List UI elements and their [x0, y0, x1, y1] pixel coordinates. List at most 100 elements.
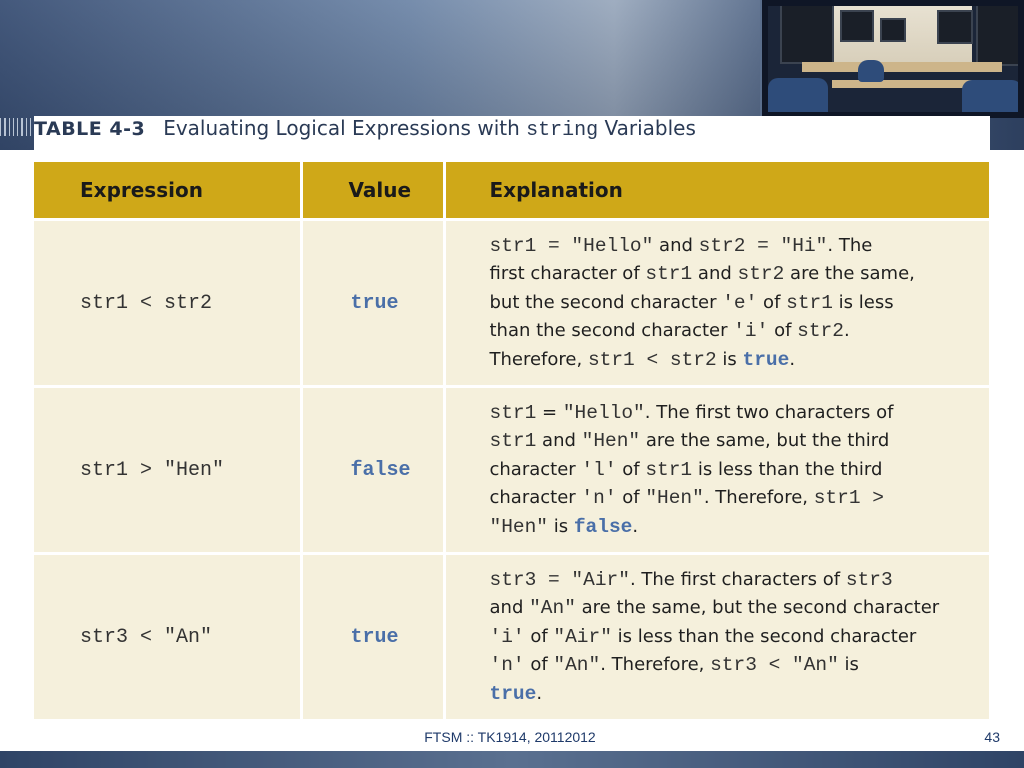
table-row: str1 > "Hen" false str1 = "Hello". The f…: [34, 386, 992, 555]
text-fragment: and: [536, 430, 582, 452]
explanation-line: character 'n' of "Hen". Therefore, str1 …: [490, 484, 979, 513]
text-fragment: . Therefore,: [703, 487, 814, 509]
code-fragment: str1: [645, 458, 693, 481]
code-fragment: str2 = "Hi": [698, 234, 828, 257]
explanation-line: character 'l' of str1 is less than the t…: [490, 456, 979, 485]
explanation-cell: str1 = "Hello" and str2 = "Hi". The first…: [444, 219, 992, 388]
text-fragment: is less than the third: [692, 458, 883, 480]
code-fragment: str1 = "Hello": [489, 234, 654, 257]
text-fragment: is: [548, 515, 574, 537]
code-fragment: str1: [489, 401, 537, 424]
table-header-row: Expression Value Explanation: [34, 162, 992, 221]
code-fragment: str1: [786, 291, 833, 314]
text-fragment: character: [489, 458, 582, 480]
text-fragment: is less than the second character: [611, 625, 917, 647]
explanation-line: but the second character 'e' of str1 is …: [490, 289, 979, 318]
code-fragment: "Hello": [562, 401, 645, 424]
explanation-cell: str1 = "Hello". The first two characters…: [444, 386, 992, 555]
code-fragment: 'l': [581, 458, 617, 481]
page-number: 43: [984, 729, 1000, 745]
caption-text: Evaluating Logical Expressions with: [163, 116, 527, 140]
code-fragment: 'i': [489, 625, 525, 648]
code-fragment: str1: [645, 263, 693, 286]
table-row: str1 < str2 true str1 = "Hello" and str2…: [34, 219, 992, 388]
code-fragment: str1 >: [813, 487, 884, 510]
table-caption: Evaluating Logical Expressions with stri…: [163, 116, 696, 142]
text-fragment: . Therefore,: [600, 654, 711, 676]
header-explanation: Explanation: [444, 162, 992, 221]
text-fragment: are the same, but the third: [640, 430, 890, 452]
text-fragment: of: [524, 654, 554, 676]
footer-band: [0, 751, 1024, 768]
code-fragment: str1: [489, 430, 537, 453]
text-fragment: .: [536, 682, 543, 704]
code-fragment: "Hen": [581, 430, 641, 453]
text-fragment: first character of: [489, 263, 646, 285]
code-fragment: 'n': [489, 654, 525, 677]
value-cell: true: [301, 219, 446, 388]
text-fragment: Therefore,: [489, 348, 588, 370]
code-fragment: str1 < str2: [587, 348, 717, 371]
explanation-line: str1 and "Hen" are the same, but the thi…: [490, 427, 979, 456]
caption-text-end: Variables: [598, 116, 696, 140]
text-fragment: of: [616, 487, 646, 509]
footer-course-label: FTSM :: TK1914, 20112012: [424, 729, 596, 745]
code-fragment: str3 < "An": [710, 654, 839, 677]
text-fragment: are the same,: [784, 263, 915, 285]
text-fragment: of: [524, 625, 554, 647]
text-fragment: is less: [832, 291, 894, 313]
table-card: TABLE 4-3 Evaluating Logical Expressions …: [34, 116, 992, 722]
explanation-line: than the second character 'i' of str2.: [490, 317, 979, 346]
code-fragment: "Hen": [489, 515, 549, 538]
text-fragment: =: [536, 401, 563, 423]
keyword-fragment: true: [742, 348, 790, 371]
code-fragment: "An": [553, 654, 601, 677]
code-fragment: 'i': [733, 320, 769, 343]
explanation-line: Therefore, str1 < str2 is true.: [490, 346, 979, 375]
explanation-cell: str3 = "Air". The first characters of st…: [444, 553, 992, 722]
explanation-line: 'n' of "An". Therefore, str3 < "An" is: [490, 651, 979, 680]
text-fragment: .: [789, 348, 796, 370]
text-fragment: of: [768, 320, 798, 342]
explanation-line: first character of str1 and str2 are the…: [490, 260, 979, 289]
explanation-line: str1 = "Hello" and str2 = "Hi". The: [490, 232, 979, 261]
text-fragment: and: [489, 597, 530, 619]
expression-cell: str1 < str2: [34, 219, 303, 388]
explanation-line: str1 = "Hello". The first two characters…: [490, 399, 979, 428]
code-fragment: 'n': [581, 487, 617, 510]
text-fragment: is: [716, 348, 743, 370]
text-fragment: .: [843, 320, 850, 342]
text-fragment: are the same, but the second character: [575, 597, 940, 619]
comparison-table: Expression Value Explanation str1 < str2…: [34, 162, 992, 722]
expression-cell: str1 > "Hen": [34, 386, 303, 555]
keyword-fragment: true: [489, 682, 537, 705]
text-fragment: is: [838, 654, 859, 676]
code-fragment: str2: [797, 320, 844, 343]
header-expression: Expression: [34, 162, 303, 221]
explanation-line: and "An" are the same, but the second ch…: [490, 594, 979, 623]
code-fragment: str3 = "Air": [489, 568, 630, 591]
header-value: Value: [301, 162, 446, 221]
text-fragment: than the second character: [489, 320, 734, 342]
text-fragment: character: [489, 487, 582, 509]
text-fragment: but the second character: [489, 291, 723, 313]
explanation-line: str3 = "Air". The first characters of st…: [490, 566, 979, 595]
text-fragment: and: [653, 234, 699, 256]
value-cell: true: [301, 553, 446, 722]
explanation-line: true.: [490, 680, 979, 709]
text-fragment: . The: [827, 234, 873, 256]
table-title: TABLE 4-3 Evaluating Logical Expressions …: [34, 116, 696, 160]
explanation-line: "Hen" is false.: [490, 513, 979, 542]
text-fragment: of: [757, 291, 787, 313]
caption-code: string: [526, 119, 599, 142]
text-fragment: .: [632, 515, 639, 537]
computer-lab-photo: [762, 0, 1024, 118]
expression-cell: str3 < "An": [34, 553, 303, 722]
text-fragment: . The first two characters of: [644, 401, 894, 423]
code-fragment: str3: [845, 568, 893, 591]
code-fragment: "An": [529, 597, 576, 620]
code-fragment: "Hen": [645, 487, 704, 510]
code-fragment: "Air": [553, 625, 612, 648]
table-number: TABLE 4-3: [34, 118, 146, 140]
code-fragment: 'e': [722, 291, 758, 314]
